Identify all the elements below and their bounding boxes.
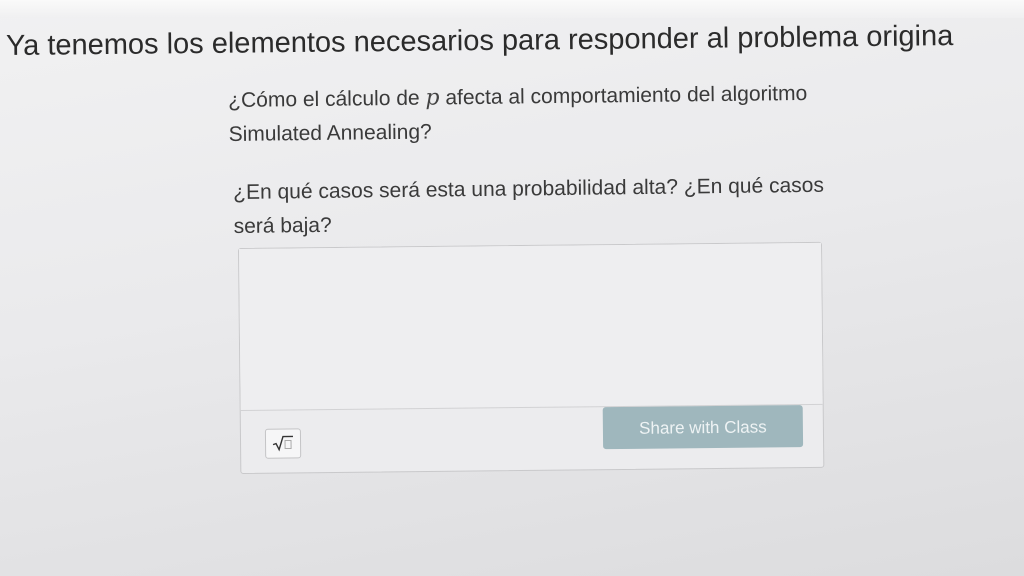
answer-input[interactable] [239,242,823,411]
variable-p: p [425,85,440,111]
answer-box: Share with Class [238,241,825,474]
question-1: ¿Cómo el cálculo de p afecta al comporta… [228,77,829,152]
square-root-icon [272,435,293,452]
page-heading: Ya tenemos los elementos necesarios para… [5,20,954,62]
math-editor-button[interactable] [264,428,302,459]
question-2: ¿En qué casos será esta una probabilidad… [233,173,825,238]
top-band [0,0,1024,18]
share-with-class-button[interactable]: Share with Class [602,405,804,450]
question-1-text-before: ¿Cómo el cálculo de [228,86,420,112]
